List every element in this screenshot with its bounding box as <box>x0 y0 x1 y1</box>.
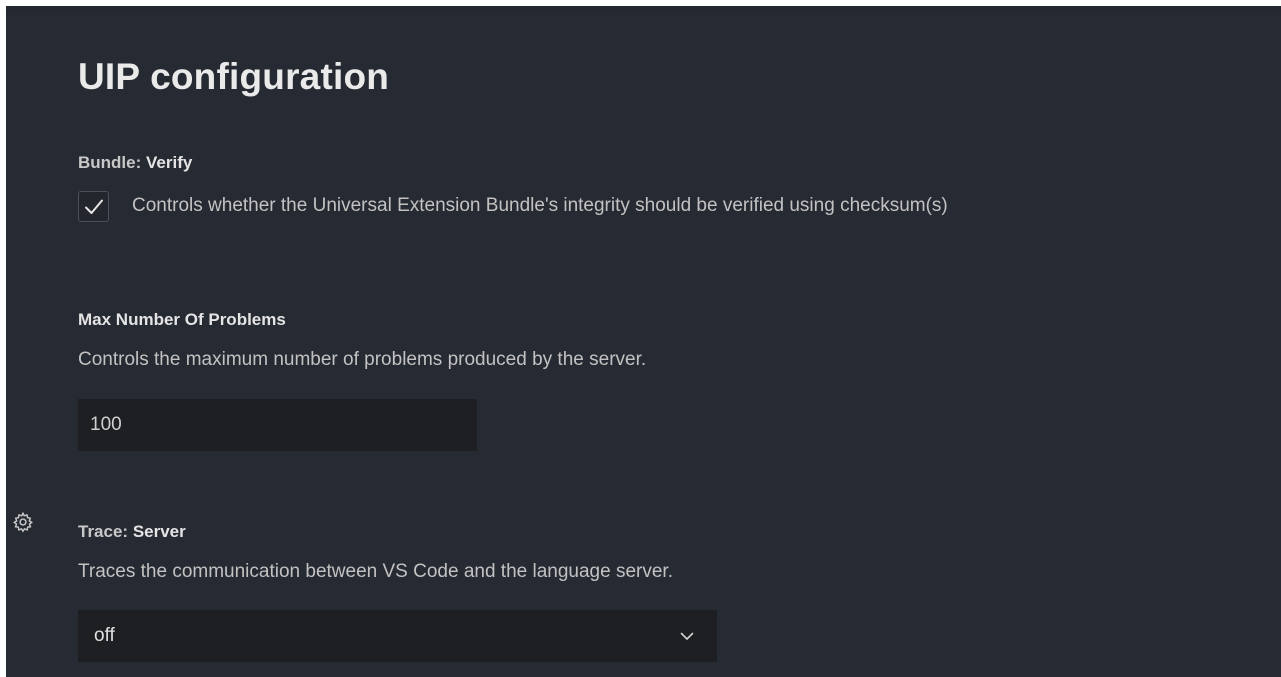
setting-label-bundle-verify: Bundle: Verify <box>78 153 192 173</box>
top-divider <box>6 6 1281 18</box>
setting-name: Verify <box>146 153 193 172</box>
setting-category: Bundle: <box>78 153 146 172</box>
page-title: UIP configuration <box>78 56 390 97</box>
setting-name: Max Number Of Problems <box>78 310 286 329</box>
check-icon <box>84 199 103 214</box>
gear-icon[interactable] <box>12 511 34 533</box>
setting-category: Trace: <box>78 522 133 541</box>
settings-editor: UIP configuration Bundle: Verify Control… <box>6 6 1281 677</box>
setting-label-max-problems: Max Number Of Problems <box>78 310 286 330</box>
setting-label-trace-server: Trace: Server <box>78 522 186 542</box>
max-problems-input[interactable] <box>78 399 477 451</box>
chevron-down-icon <box>680 632 694 640</box>
bundle-verify-description: Controls whether the Universal Extension… <box>132 195 948 216</box>
dropdown-selected-value: off <box>94 625 115 646</box>
trace-server-dropdown[interactable]: off <box>78 610 717 662</box>
setting-name: Server <box>132 522 186 541</box>
bundle-verify-checkbox[interactable] <box>78 191 109 222</box>
trace-server-description: Traces the communication between VS Code… <box>78 561 673 582</box>
max-problems-description: Controls the maximum number of problems … <box>78 349 647 370</box>
